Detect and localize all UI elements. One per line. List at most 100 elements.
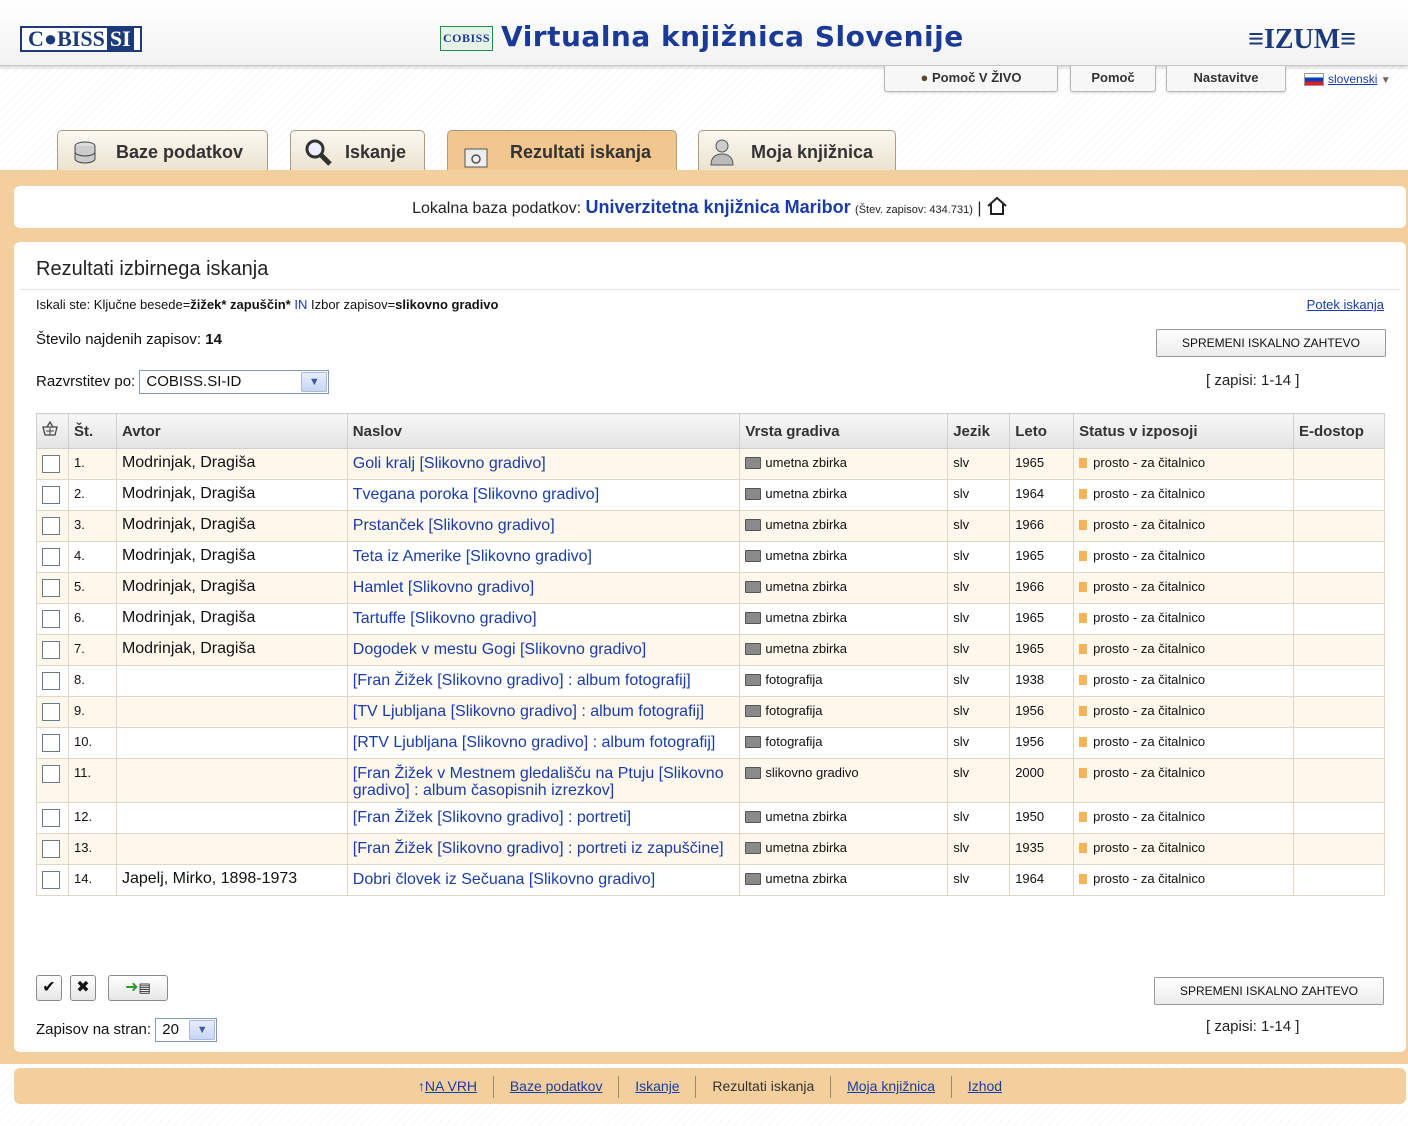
tab-my-library[interactable]: Moja knjižnica <box>698 130 896 172</box>
row-title-link[interactable]: [Fran Žižek [Slikovno gradivo] : portret… <box>353 809 631 826</box>
home-icon[interactable] <box>986 191 1008 233</box>
footer-search-link[interactable]: Iskanje <box>635 1078 679 1094</box>
row-status[interactable]: prosto - za čitalnico <box>1073 864 1294 896</box>
row-title-link[interactable]: Dogodek v mestu Gogi [Slikovno gradivo] <box>353 641 646 658</box>
row-checkbox[interactable] <box>42 672 60 690</box>
row-title-link[interactable]: [Fran Žižek [Slikovno gradivo] : portret… <box>353 840 724 857</box>
row-title-link[interactable]: Goli kralj [Slikovno gradivo] <box>353 455 546 472</box>
person-icon: ● <box>920 70 929 85</box>
row-status[interactable]: prosto - za čitalnico <box>1073 802 1294 834</box>
row-title-link[interactable]: [RTV Ljubljana [Slikovno gradivo] : albu… <box>353 734 716 751</box>
row-checkbox[interactable] <box>42 840 60 858</box>
database-library-name[interactable]: Univerzitetna knjižnica Maribor <box>586 197 851 217</box>
col-material-type[interactable]: Vrsta gradiva <box>739 413 949 449</box>
help-live-label: Pomoč V ŽIVO <box>931 70 1022 85</box>
row-status[interactable]: prosto - za čitalnico <box>1073 634 1294 666</box>
row-status[interactable]: prosto - za čitalnico <box>1073 665 1294 697</box>
change-query-button-top[interactable]: SPREMENI ISKALNO ZAHTEVO <box>1156 329 1386 357</box>
row-status[interactable]: prosto - za čitalnico <box>1073 603 1294 635</box>
row-author: Modrinjak, Dragiša <box>115 541 348 573</box>
row-title-link[interactable]: [TV Ljubljana [Slikovno gradivo] : album… <box>353 703 704 720</box>
row-status[interactable]: prosto - za čitalnico <box>1073 758 1294 803</box>
row-status[interactable]: prosto - za čitalnico <box>1073 479 1294 511</box>
row-status-label: prosto - za čitalnico <box>1093 734 1206 749</box>
row-status[interactable]: prosto - za čitalnico <box>1073 448 1294 480</box>
col-language[interactable]: Jezik <box>947 413 1011 449</box>
row-status[interactable]: prosto - za čitalnico <box>1073 541 1294 573</box>
status-square-icon <box>1079 582 1088 592</box>
footer-databases-link[interactable]: Baze podatkov <box>510 1078 603 1094</box>
col-title[interactable]: Naslov <box>346 413 741 449</box>
row-checkbox[interactable] <box>42 734 60 752</box>
per-page-value: 20 <box>162 1021 179 1038</box>
footer-separator <box>950 1076 952 1099</box>
query-operator: IN <box>294 297 308 312</box>
row-checkbox[interactable] <box>42 871 60 889</box>
footer-my-library-link[interactable]: Moja knjižnica <box>847 1078 935 1094</box>
row-title-link[interactable]: [Fran Žižek v Mestnem gledališču na Ptuj… <box>353 765 724 799</box>
row-title-cell: [Fran Žižek [Slikovno gradivo] : album f… <box>346 665 741 697</box>
help-live-button[interactable]: ● Pomoč V ŽIVO <box>884 66 1058 92</box>
row-status-label: prosto - za čitalnico <box>1093 871 1206 886</box>
footer-top-link[interactable]: NA VRH <box>425 1078 477 1094</box>
row-material-type-label: umetna zbirka <box>765 809 848 824</box>
col-author[interactable]: Avtor <box>115 413 348 449</box>
izum-logo[interactable]: ≡IZUM≡ <box>1248 24 1356 56</box>
add-to-basket-button[interactable]: ➜▤ <box>108 975 168 1001</box>
row-year: 1965 <box>1009 541 1075 573</box>
row-status-label: prosto - za čitalnico <box>1093 703 1206 718</box>
row-checkbox[interactable] <box>42 610 60 628</box>
per-page-select[interactable]: 20 ▼ <box>155 1018 218 1042</box>
row-status[interactable]: prosto - za čitalnico <box>1073 727 1294 759</box>
row-checkbox[interactable] <box>42 486 60 504</box>
row-title-link[interactable]: Tvegana poroka [Slikovno gradivo] <box>353 486 599 503</box>
row-material-type: umetna zbirka <box>739 634 949 666</box>
row-title-cell: [Fran Žižek [Slikovno gradivo] : portret… <box>346 802 741 834</box>
row-status[interactable]: prosto - za čitalnico <box>1073 510 1294 542</box>
col-year[interactable]: Leto <box>1009 413 1075 449</box>
row-select-cell <box>36 864 69 896</box>
change-query-button-bottom[interactable]: SPREMENI ISKALNO ZAHTEVO <box>1154 977 1384 1005</box>
tab-search[interactable]: Iskanje <box>290 130 425 172</box>
camera-icon <box>745 736 762 748</box>
basket-header[interactable] <box>36 413 69 449</box>
deselect-all-button[interactable]: ✖ <box>70 975 96 1001</box>
row-checkbox[interactable] <box>42 809 60 827</box>
sort-select[interactable]: COBISS.SI-ID ▼ <box>139 370 330 394</box>
row-checkbox[interactable] <box>42 548 60 566</box>
row-status[interactable]: prosto - za čitalnico <box>1073 696 1294 728</box>
row-language: slv <box>947 864 1011 896</box>
row-checkbox[interactable] <box>42 641 60 659</box>
row-language: slv <box>947 634 1011 666</box>
tab-results[interactable]: Rezultati iskanja <box>447 130 677 172</box>
col-number[interactable]: Št. <box>67 413 117 449</box>
row-checkbox[interactable] <box>42 703 60 721</box>
settings-button[interactable]: Nastavitve <box>1166 66 1286 92</box>
footer-logout-link[interactable]: Izhod <box>968 1078 1002 1094</box>
select-all-button[interactable]: ✔ <box>36 975 62 1001</box>
row-checkbox[interactable] <box>42 765 60 783</box>
row-title-link[interactable]: [Fran Žižek [Slikovno gradivo] : album f… <box>353 672 691 689</box>
row-select-cell <box>36 758 69 803</box>
row-checkbox[interactable] <box>42 517 60 535</box>
col-loan-status[interactable]: Status v izposoji <box>1073 413 1294 449</box>
tab-databases[interactable]: Baze podatkov <box>57 130 268 172</box>
row-title-link[interactable]: Prstanček [Slikovno gradivo] <box>353 517 555 534</box>
row-title-link[interactable]: Hamlet [Slikovno gradivo] <box>353 579 534 596</box>
row-status[interactable]: prosto - za čitalnico <box>1073 833 1294 865</box>
col-e-access[interactable]: E-dostop <box>1292 413 1386 449</box>
row-select-cell <box>36 665 69 697</box>
search-history-link[interactable]: Potek iskanja <box>1307 297 1384 312</box>
slovenian-flag-icon <box>1304 73 1324 87</box>
row-checkbox[interactable] <box>42 579 60 597</box>
language-selector[interactable]: slovenski ▼ <box>1304 72 1391 87</box>
camera-icon <box>745 705 762 717</box>
row-title-link[interactable]: Tartuffe [Slikovno gradivo] <box>353 610 537 627</box>
help-button[interactable]: Pomoč <box>1070 66 1156 92</box>
row-title-link[interactable]: Teta iz Amerike [Slikovno gradivo] <box>353 548 592 565</box>
row-status[interactable]: prosto - za čitalnico <box>1073 572 1294 604</box>
row-title-link[interactable]: Dobri človek iz Sečuana [Slikovno gradiv… <box>353 871 655 888</box>
cobiss-logo[interactable]: C●BISS SI <box>20 26 142 52</box>
row-number: 2. <box>67 479 117 511</box>
row-checkbox[interactable] <box>42 455 60 473</box>
